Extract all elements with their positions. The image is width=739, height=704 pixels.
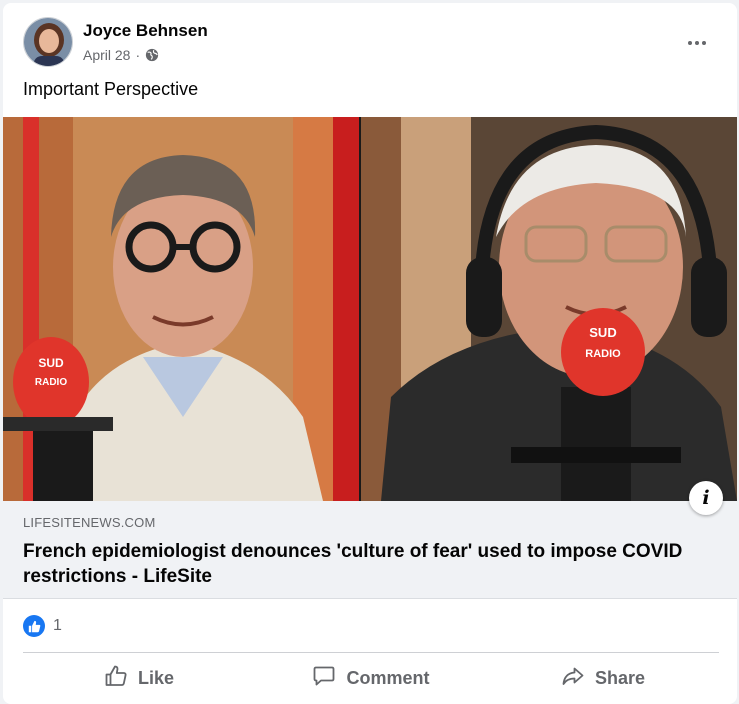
author-name[interactable]: Joyce Behnsen [83,21,208,41]
like-button[interactable]: Like [23,655,255,701]
post-header: Joyce Behnsen April 28 · [23,17,723,73]
reaction-count: 1 [53,617,62,634]
reaction-summary[interactable]: 1 [23,614,62,638]
post-date[interactable]: April 28 [83,47,130,63]
link-title[interactable]: French epidemiologist denounces 'culture… [23,539,703,589]
info-button[interactable]: i [689,481,723,515]
svg-text:RADIO: RADIO [35,377,67,388]
link-preview[interactable]: LIFESITENEWS.COM French epidemiologist d… [3,501,737,599]
post-actions: Like Comment Share [23,655,719,701]
right-video-frame: SUD RADIO [361,117,737,501]
svg-text:SUD: SUD [589,325,616,340]
comment-label: Comment [346,667,430,688]
link-image[interactable]: SUD RADIO SUD RADIO [3,117,737,501]
share-button[interactable]: Share [487,655,719,701]
like-icon [23,615,45,637]
left-video-frame: SUD RADIO [3,117,359,501]
comment-button[interactable]: Comment [255,655,487,701]
post-text: Important Perspective [23,79,199,99]
divider [23,652,719,653]
share-icon [561,664,585,693]
dot-icon [702,41,706,45]
meta-separator: · [135,47,141,63]
thumbs-up-icon [104,664,128,693]
post-card: Joyce Behnsen April 28 · Important Persp… [3,3,737,704]
dot-icon [695,41,699,45]
comment-icon [312,664,336,693]
share-label: Share [594,667,646,688]
avatar[interactable] [23,17,73,67]
svg-text:RADIO: RADIO [585,348,621,360]
more-options-button[interactable] [679,29,715,57]
link-domain: LIFESITENEWS.COM [23,515,156,530]
globe-icon [145,48,159,62]
dot-icon [688,41,692,45]
svg-text:SUD: SUD [38,356,64,370]
post-meta: April 28 · [83,47,159,63]
like-label: Like [137,667,175,688]
